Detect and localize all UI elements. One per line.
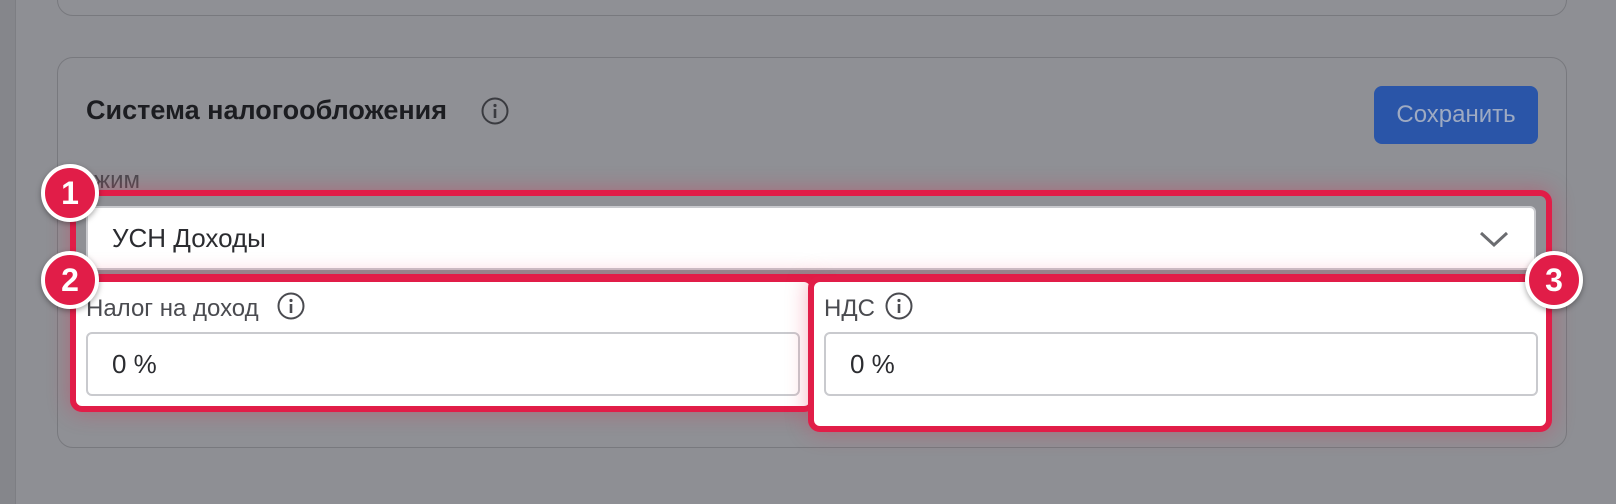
sidebar-edge [0,0,16,504]
mode-select[interactable]: УСН Доходы [86,206,1536,270]
income-tax-label: Налог на доход [86,295,259,322]
info-icon[interactable] [481,97,509,125]
badge-3: 3 [1525,251,1583,309]
vat-input[interactable]: 0 % [824,332,1538,396]
chevron-down-icon [1478,226,1510,257]
section-title: Система налогообложения [86,95,448,125]
badge-1: 1 [41,164,99,222]
mode-select-value: УСН Доходы [112,222,266,253]
previous-card [57,0,1567,16]
vat-label: НДС [824,295,875,322]
badge-2: 2 [41,251,99,309]
vat-value: 0 % [850,348,895,379]
save-button[interactable]: Сохранить [1374,86,1538,144]
info-icon[interactable] [277,292,305,320]
income-tax-value: 0 % [112,348,157,379]
income-tax-input[interactable]: 0 % [86,332,800,396]
info-icon[interactable] [885,292,913,320]
